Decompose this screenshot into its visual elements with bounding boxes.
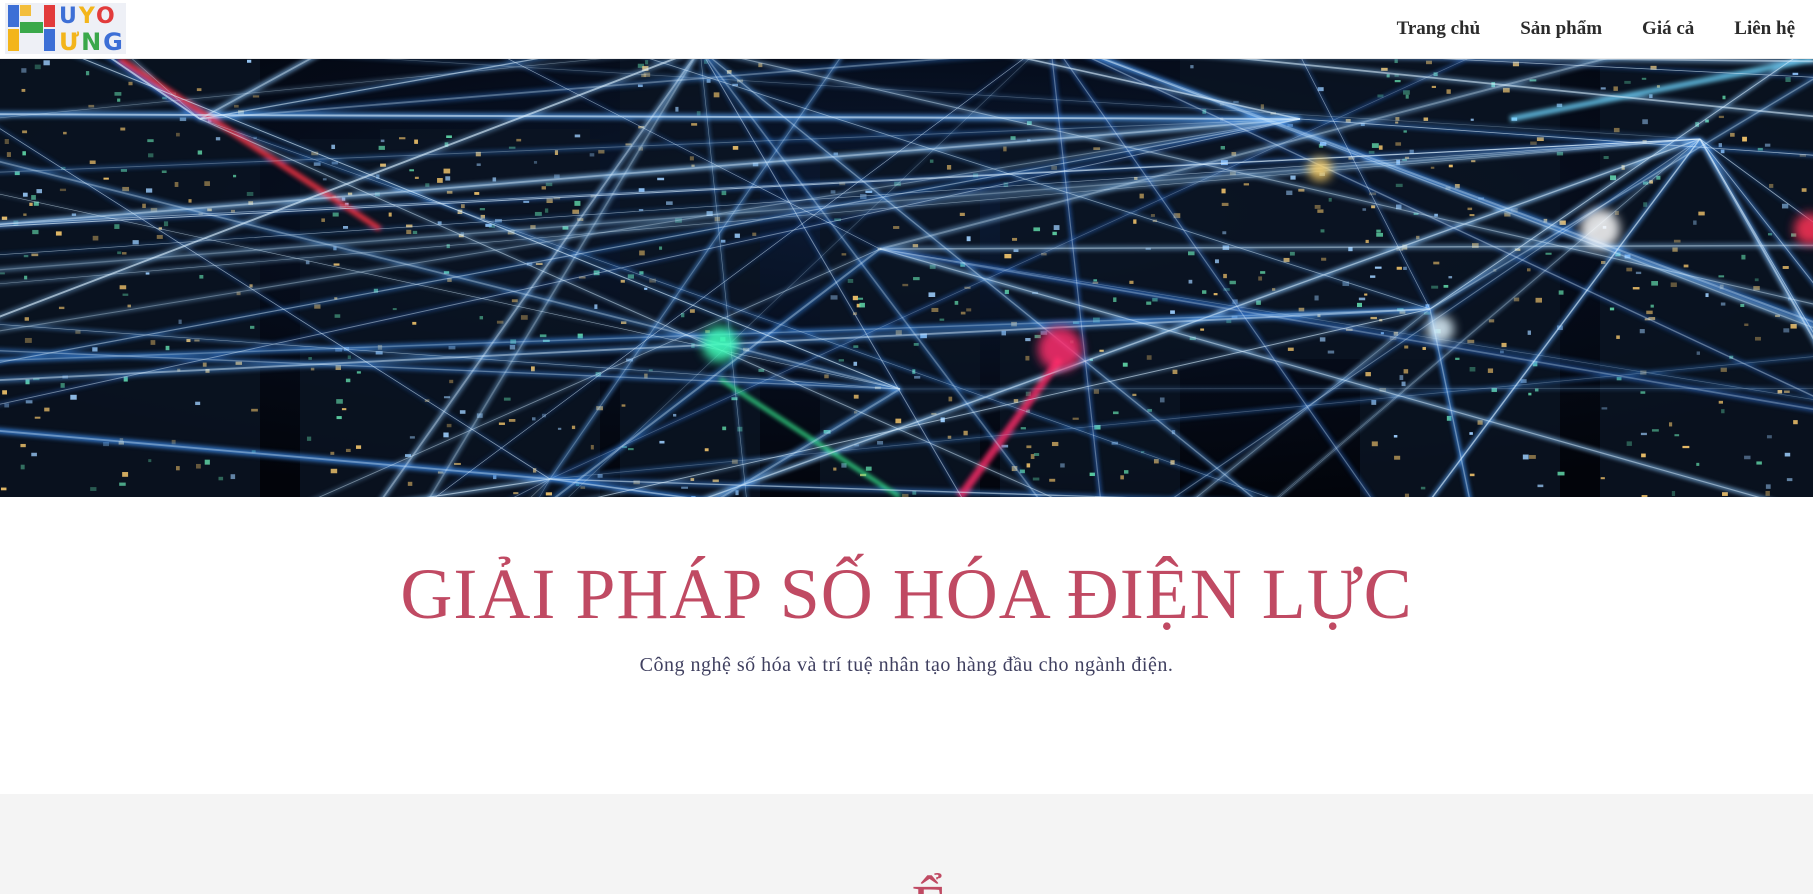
logo-row2: ƯNG — [59, 28, 125, 56]
logo-wordmark: UYO ƯNG — [55, 3, 125, 56]
logo-row1: UYO — [59, 4, 117, 29]
city-network-lights-image — [0, 59, 1813, 497]
nav-item-products[interactable]: Sản phẩm — [1500, 0, 1622, 57]
main-nav: Trang chủ Sản phẩm Giá cả Liên hệ — [1377, 0, 1813, 57]
intro-section: GIẢI PHÁP SỐ HÓA ĐIỆN LỰC Công nghệ số h… — [0, 497, 1813, 794]
page-title: GIẢI PHÁP SỐ HÓA ĐIỆN LỰC — [400, 554, 1413, 634]
nav-item-pricing[interactable]: Giá cả — [1622, 0, 1714, 57]
site-header: UYO ƯNG Trang chủ Sản phẩm Giá cả Liên h… — [0, 0, 1813, 59]
features-section: ~ Ể — [0, 794, 1813, 894]
nav-item-contact[interactable]: Liên hệ — [1714, 0, 1813, 57]
brand-logo[interactable]: UYO ƯNG — [5, 3, 126, 56]
hero-banner — [0, 59, 1813, 497]
page-subtitle: Công nghệ số hóa và trí tuệ nhân tạo hàn… — [639, 654, 1174, 676]
logo-h-mark-icon — [8, 5, 55, 51]
section-title: ~ Ể — [0, 877, 1813, 894]
nav-item-home[interactable]: Trang chủ — [1377, 0, 1501, 57]
